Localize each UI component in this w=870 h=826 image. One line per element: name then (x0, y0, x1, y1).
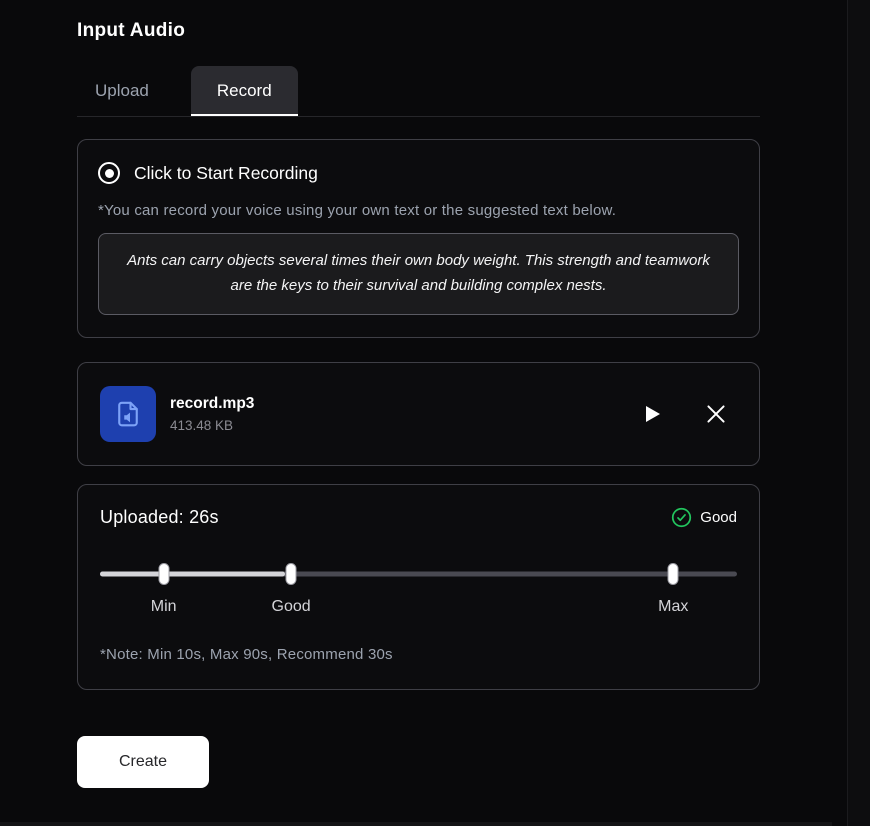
recording-card: Click to Start Recording *You can record… (77, 139, 760, 338)
slider-handle-good[interactable] (285, 562, 297, 585)
file-card: record.mp3 413.48 KB (77, 361, 760, 466)
main-content: Input Audio Upload Record Click to Start… (77, 0, 760, 788)
play-button[interactable] (633, 396, 669, 432)
status-label: Good (700, 508, 737, 526)
slider-fill (100, 571, 285, 576)
tab-record[interactable]: Record (190, 66, 298, 116)
remove-file-button[interactable] (697, 395, 735, 433)
play-icon (646, 405, 660, 422)
suggested-text-box: Ants can carry objects several times the… (98, 233, 739, 315)
tab-upload[interactable]: Upload (77, 66, 167, 116)
slider-handle-max[interactable] (667, 562, 679, 585)
record-radio-icon (98, 162, 120, 184)
file-name: record.mp3 (170, 394, 255, 412)
close-icon (707, 404, 725, 423)
tab-bar: Upload Record (77, 66, 760, 117)
marker-label-min: Min (150, 597, 177, 615)
app-root: Input Audio Upload Record Click to Start… (0, 0, 870, 826)
duration-note: *Note: Min 10s, Max 90s, Recommend 30s (100, 645, 393, 663)
uploaded-duration: Uploaded: 26s (100, 506, 219, 527)
bottom-edge (0, 822, 832, 826)
create-button[interactable]: Create (77, 735, 210, 788)
page-title: Input Audio (77, 20, 186, 41)
slider-handle-min[interactable] (158, 562, 170, 585)
check-circle-icon (672, 507, 692, 527)
record-button-label: Click to Start Recording (134, 162, 318, 183)
slider-marker-labels: Min Good Max (100, 598, 737, 620)
duration-status: Good (671, 507, 737, 528)
duration-slider[interactable] (100, 562, 737, 586)
file-size: 413.48 KB (170, 417, 234, 433)
marker-label-max: Max (658, 597, 689, 615)
duration-card: Uploaded: 26s Good Min Good Max *Note: M… (77, 483, 760, 690)
marker-label-good: Good (271, 597, 311, 615)
duration-header: Uploaded: 26s Good (100, 507, 737, 528)
right-rail (847, 0, 870, 826)
suggested-text: Ants can carry objects several times the… (127, 252, 710, 294)
file-meta: record.mp3 413.48 KB (170, 395, 619, 433)
recording-hint: *You can record your voice using your ow… (98, 202, 617, 219)
record-button[interactable]: Click to Start Recording (98, 162, 318, 184)
audio-file-icon (100, 385, 156, 442)
